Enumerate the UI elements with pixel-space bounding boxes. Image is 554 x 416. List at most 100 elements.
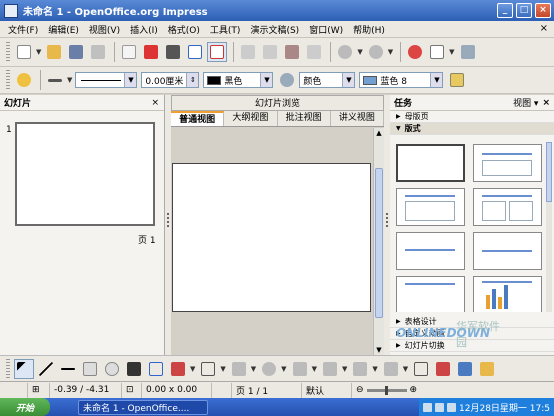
close-slides-pane-button[interactable]: × (151, 98, 159, 108)
layout-title-text[interactable] (396, 276, 465, 312)
layout-centered-text[interactable] (473, 232, 542, 270)
export-pdf-icon[interactable] (141, 42, 161, 62)
zoom-knob[interactable] (384, 385, 388, 395)
layout-title-content[interactable] (396, 188, 465, 226)
tab-notes[interactable]: 批注视图 (278, 111, 331, 126)
tab-normal[interactable]: 普通视图 (171, 111, 225, 126)
tray-network-icon[interactable] (435, 402, 445, 412)
redo-icon[interactable] (366, 42, 386, 62)
block-arrows-dropdown-icon[interactable]: ▼ (312, 365, 317, 373)
copy-icon[interactable] (260, 42, 280, 62)
glue-points-icon[interactable] (433, 359, 453, 379)
tasks-scrollbar[interactable] (546, 142, 552, 312)
callouts-icon[interactable] (350, 359, 370, 379)
email-icon[interactable] (88, 42, 108, 62)
display-grid-icon[interactable] (458, 42, 478, 62)
line-style-select[interactable]: ▼ (75, 72, 138, 88)
start-button[interactable]: 开始 (0, 398, 50, 416)
layout-blank[interactable] (396, 144, 465, 182)
line-width-stepper[interactable]: 0.00厘米 ⇕ (141, 72, 200, 88)
redo-dropdown-icon[interactable]: ▼ (388, 48, 393, 56)
menu-help[interactable]: 帮助(H) (348, 23, 390, 36)
section-master-pages[interactable]: ▶ 母版页 (390, 111, 554, 123)
curve-tool-icon[interactable] (168, 359, 188, 379)
basic-shapes-dropdown-icon[interactable]: ▼ (251, 365, 256, 373)
new-document-icon[interactable] (14, 42, 34, 62)
area-fill-icon[interactable] (277, 70, 297, 90)
clock[interactable]: 12月28日星期一 17:5 (459, 401, 550, 414)
shadow-icon[interactable] (447, 70, 467, 90)
menu-view[interactable]: 视图(V) (84, 23, 125, 36)
minimize-button[interactable]: _ (497, 3, 513, 18)
new-dropdown-icon[interactable]: ▼ (36, 48, 41, 56)
curve-dropdown-icon[interactable]: ▼ (190, 365, 195, 373)
layout-title-chart[interactable] (473, 276, 542, 312)
layout-name[interactable]: 默认 (302, 382, 352, 398)
line-ends-dropdown-icon[interactable]: ▼ (67, 76, 72, 84)
menu-tools[interactable]: 工具(T) (205, 23, 246, 36)
open-folder-icon[interactable] (44, 42, 64, 62)
text-tool-icon[interactable] (124, 359, 144, 379)
table-dropdown-icon[interactable]: ▼ (449, 48, 454, 56)
vertical-scrollbar[interactable]: ▲ ▼ (373, 128, 384, 355)
table-icon[interactable] (427, 42, 447, 62)
spellcheck-icon[interactable] (185, 42, 205, 62)
section-slide-transition[interactable]: ▶ 幻灯片切换 (390, 340, 554, 352)
rectangle-tool-icon[interactable] (80, 359, 100, 379)
section-custom-animation[interactable]: ▶ 自定义动画 (390, 328, 554, 340)
styles-icon[interactable] (14, 70, 34, 90)
symbol-shapes-dropdown-icon[interactable]: ▼ (281, 365, 286, 373)
zoom-track[interactable] (366, 385, 407, 395)
menu-file[interactable]: 文件(F) (3, 23, 43, 36)
layout-two-content[interactable] (473, 188, 542, 226)
print-icon[interactable] (163, 42, 183, 62)
tasks-view-menu[interactable]: 视图 ▾ (513, 96, 538, 109)
tray-volume-icon[interactable] (423, 402, 433, 412)
line-ends-icon[interactable] (45, 70, 65, 90)
paste-icon[interactable] (282, 42, 302, 62)
tab-outline[interactable]: 大纲视图 (224, 111, 278, 126)
callouts-dropdown-icon[interactable]: ▼ (372, 365, 377, 373)
close-document-button[interactable]: × (540, 23, 548, 34)
section-table-design[interactable]: ▶ 表格设计 (390, 316, 554, 328)
stars-dropdown-icon[interactable]: ▼ (403, 365, 408, 373)
menu-window[interactable]: 窗口(W) (304, 23, 348, 36)
tray-security-icon[interactable] (447, 402, 457, 412)
slide-sorter-title[interactable]: 幻灯片浏览 (171, 95, 384, 111)
flowchart-icon[interactable] (320, 359, 340, 379)
maximize-button[interactable]: □ (516, 3, 532, 18)
fill-color-select[interactable]: 蓝色 8 ▼ (359, 72, 444, 88)
stars-icon[interactable] (381, 359, 401, 379)
chart-icon[interactable] (405, 42, 425, 62)
line-tool-icon[interactable] (36, 359, 56, 379)
undo-dropdown-icon[interactable]: ▼ (357, 48, 362, 56)
symbol-shapes-icon[interactable] (259, 359, 279, 379)
basic-shapes-icon[interactable] (229, 359, 249, 379)
fontwork-icon[interactable] (455, 359, 475, 379)
zoom-out-icon[interactable]: ⊖ (356, 385, 364, 395)
slide-canvas[interactable] (172, 163, 371, 312)
taskbar-impress-window[interactable]: 未命名 1 - OpenOffice.... (78, 399, 208, 415)
insert-image-icon[interactable] (477, 359, 497, 379)
toolbar-grip[interactable] (6, 42, 10, 62)
scroll-down-icon[interactable]: ▼ (374, 345, 384, 355)
layout-title-only[interactable] (473, 144, 542, 182)
scroll-up-icon[interactable]: ▲ (374, 128, 384, 138)
close-tasks-pane-button[interactable]: × (542, 98, 550, 108)
menu-edit[interactable]: 编辑(E) (43, 23, 84, 36)
section-layouts[interactable]: ▼ 版式 (390, 123, 554, 135)
cut-icon[interactable] (238, 42, 258, 62)
tab-handout[interactable]: 讲义视图 (331, 111, 384, 126)
arrow-line-tool-icon[interactable] (58, 359, 78, 379)
save-icon[interactable] (66, 42, 86, 62)
block-arrows-icon[interactable] (290, 359, 310, 379)
format-paintbrush-icon[interactable] (304, 42, 324, 62)
zoom-in-icon[interactable]: ⊕ (410, 385, 418, 395)
scroll-thumb[interactable] (375, 168, 383, 318)
close-window-button[interactable]: × (535, 3, 551, 18)
autospellcheck-icon[interactable] (207, 42, 228, 62)
toolbar-grip[interactable] (6, 70, 10, 90)
points-icon[interactable] (411, 359, 431, 379)
toolbar-grip[interactable] (6, 358, 10, 379)
ellipse-tool-icon[interactable] (102, 359, 122, 379)
